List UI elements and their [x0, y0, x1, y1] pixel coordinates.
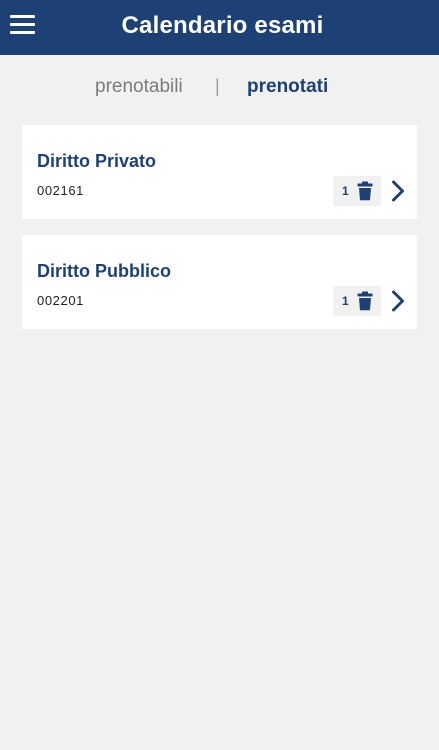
app-header: Calendario esami — [0, 0, 439, 55]
exam-title: Diritto Privato — [37, 151, 157, 171]
exam-card-diritto-privato[interactable]: Diritto Privato 002161 1 — [22, 125, 417, 219]
delete-booking-button[interactable]: 1 — [333, 286, 381, 316]
exam-title: Diritto Pubblico — [37, 261, 171, 281]
booking-tabs: prenotabili | prenotati — [0, 76, 439, 104]
chevron-right-icon[interactable] — [391, 179, 405, 203]
exam-code: 002161 — [37, 183, 84, 198]
tab-prenotabili[interactable]: prenotabili — [95, 76, 183, 98]
trash-icon — [357, 291, 373, 311]
booking-count: 1 — [342, 184, 349, 198]
exam-code: 002201 — [37, 293, 84, 308]
page-title: Calendario esami — [121, 12, 324, 39]
chevron-right-icon[interactable] — [391, 289, 405, 313]
delete-booking-button[interactable]: 1 — [333, 176, 381, 206]
exam-card-diritto-pubblico[interactable]: Diritto Pubblico 002201 1 — [22, 235, 417, 329]
booking-count: 1 — [342, 294, 349, 308]
tab-prenotati[interactable]: prenotati — [247, 76, 328, 98]
tab-separator: | — [215, 76, 220, 96]
trash-icon — [357, 181, 373, 201]
